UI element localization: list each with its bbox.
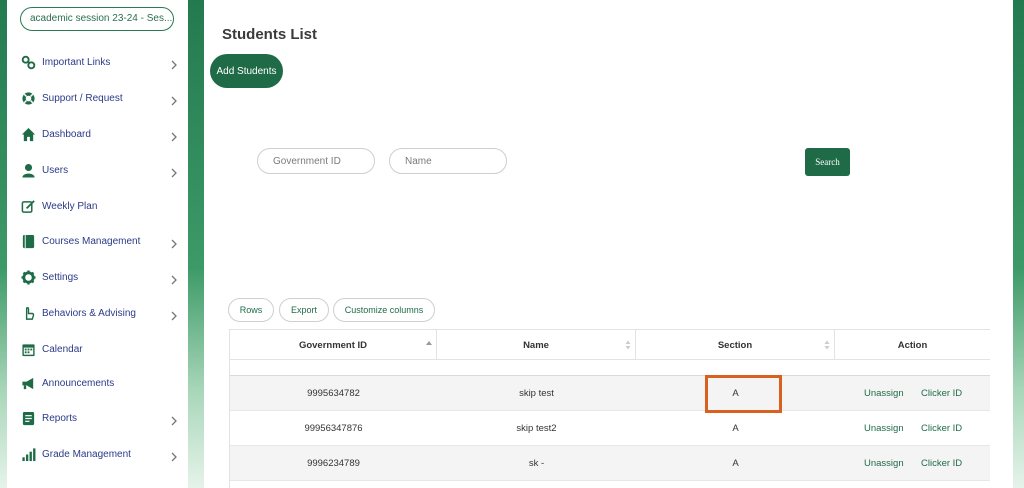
rows-button[interactable]: Rows <box>228 298 274 322</box>
cell-name: skip test2 <box>516 423 557 434</box>
unassign-link[interactable]: Unassign <box>864 376 904 411</box>
sort-icon <box>824 340 830 350</box>
cell-section: A <box>732 458 739 469</box>
sidebar-item-label: Behaviors & Advising <box>42 307 136 319</box>
report-icon <box>21 411 36 426</box>
sidebar-item-courses-management[interactable]: Courses Management <box>7 230 188 252</box>
hand-icon <box>21 306 36 321</box>
chevron-right-icon <box>170 93 178 106</box>
column-header-section[interactable]: Section <box>636 330 835 360</box>
sidebar: academic session 23-24 - Ses... Importan… <box>7 0 188 488</box>
sidebar-item-label: Important Links <box>42 56 111 68</box>
sidebar-item-calendar[interactable]: Calendar <box>7 338 188 360</box>
column-header-name[interactable]: Name <box>437 330 636 360</box>
column-header-label: Section <box>717 339 753 351</box>
page-title: Students List <box>222 26 318 43</box>
session-selector[interactable]: academic session 23-24 - Ses... <box>20 7 174 31</box>
sidebar-item-weekly-plan[interactable]: Weekly Plan <box>7 195 188 217</box>
table-spacer <box>230 360 990 376</box>
sidebar-item-announcements[interactable]: Announcements <box>7 372 188 394</box>
calendar-icon <box>21 342 36 357</box>
table-row: 9995634782 skip test A Unassign Clicker … <box>230 376 990 411</box>
clicker-id-link[interactable]: Clicker ID <box>921 446 962 481</box>
sidebar-item-label: Reports <box>42 412 78 424</box>
search-button[interactable]: Search <box>805 148 850 176</box>
book-icon <box>21 234 36 249</box>
cell-section: A <box>732 388 739 399</box>
cell-government-id: 9996234789 <box>307 458 360 469</box>
column-header-government-id[interactable]: Government ID <box>230 330 437 360</box>
user-icon <box>21 163 36 178</box>
cell-name: sk - <box>528 458 545 469</box>
sidebar-item-important-links[interactable]: Important Links <box>7 51 188 73</box>
clicker-id-link[interactable]: Clicker ID <box>921 376 962 411</box>
sidebar-item-label: Dashboard <box>42 128 91 140</box>
chevron-right-icon <box>170 413 178 426</box>
column-header-label: Government ID <box>298 339 368 351</box>
main-panel: Students List Add Students Search Rows E… <box>204 0 1013 488</box>
sidebar-item-label: Announcements <box>42 377 115 389</box>
bar-chart-icon <box>21 447 36 462</box>
unassign-link[interactable]: Unassign <box>864 411 904 446</box>
unassign-link[interactable]: Unassign <box>864 446 904 481</box>
sidebar-item-settings[interactable]: Settings <box>7 266 188 288</box>
lifebuoy-icon <box>21 91 36 106</box>
sidebar-item-support-request[interactable]: Support / Request <box>7 87 188 109</box>
students-table: Government ID Name Section Action 999563… <box>229 329 990 488</box>
megaphone-icon <box>21 376 36 391</box>
sidebar-item-label: Weekly Plan <box>42 200 98 212</box>
chevron-right-icon <box>170 308 178 321</box>
customize-columns-button[interactable]: Customize columns <box>333 298 435 322</box>
column-header-action: Action <box>835 330 990 360</box>
edit-icon <box>21 199 36 214</box>
sidebar-item-dashboard[interactable]: Dashboard <box>7 123 188 145</box>
sidebar-item-grade-management[interactable]: Grade Management <box>7 443 188 465</box>
name-field[interactable] <box>389 148 507 174</box>
sort-asc-icon <box>426 341 432 345</box>
chevron-right-icon <box>170 57 178 70</box>
cell-section: A <box>732 423 739 434</box>
sidebar-item-reports[interactable]: Reports <box>7 407 188 429</box>
home-icon <box>21 127 36 142</box>
sidebar-item-behaviors-advising[interactable]: Behaviors & Advising <box>7 302 188 324</box>
sidebar-item-label: Calendar <box>42 343 83 355</box>
sidebar-item-users[interactable]: Users <box>7 159 188 181</box>
cell-government-id: 9995634782 <box>307 388 360 399</box>
sidebar-item-label: Support / Request <box>42 92 123 104</box>
sidebar-item-label: Settings <box>42 271 79 283</box>
government-id-field[interactable] <box>257 148 375 174</box>
column-header-label: Action <box>897 339 928 351</box>
cell-name: skip test <box>519 388 554 399</box>
sidebar-item-label: Courses Management <box>42 235 141 247</box>
gear-icon <box>21 269 36 285</box>
sidebar-item-label: Grade Management <box>42 448 131 460</box>
cell-government-id: 99956347876 <box>304 423 363 434</box>
chevron-right-icon <box>170 236 178 249</box>
chevron-right-icon <box>170 272 178 285</box>
sidebar-item-label: Users <box>42 164 69 176</box>
sort-icon <box>625 340 631 350</box>
clicker-id-link[interactable]: Clicker ID <box>921 411 962 446</box>
chevron-right-icon <box>170 449 178 462</box>
chevron-right-icon <box>170 165 178 178</box>
add-students-button[interactable]: Add Students <box>210 54 283 88</box>
table-row: 99956347876 skip test2 A Unassign Clicke… <box>230 411 990 446</box>
table-header: Government ID Name Section Action <box>230 329 990 360</box>
export-button[interactable]: Export <box>279 298 329 322</box>
table-row: 9996234789 sk - A Unassign Clicker ID <box>230 446 990 481</box>
column-header-label: Name <box>523 339 549 351</box>
link-icon <box>21 55 36 70</box>
chevron-right-icon <box>170 129 178 142</box>
